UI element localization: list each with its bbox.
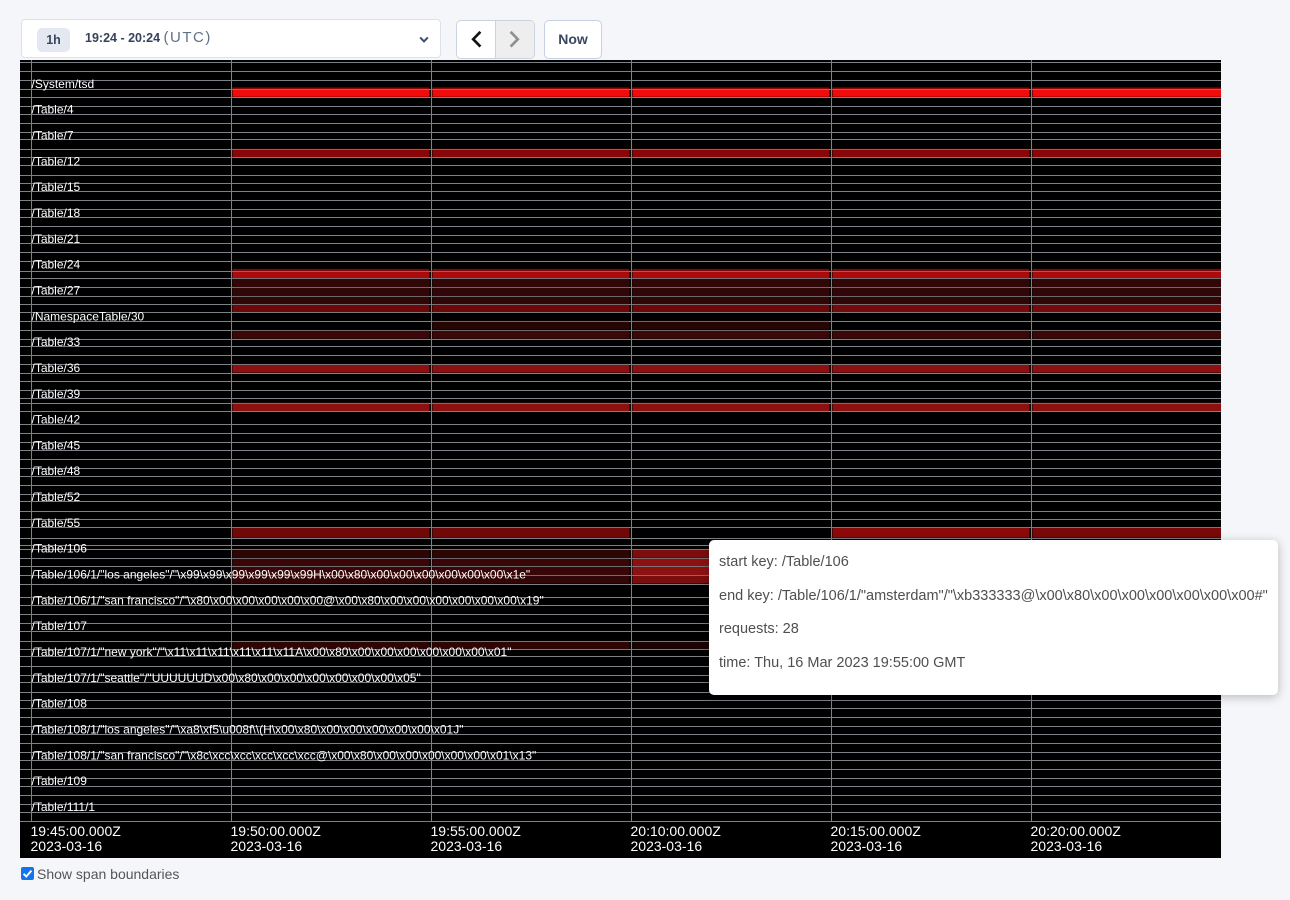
svg-text:/Table/106/1/"san francisco"/": /Table/106/1/"san francisco"/"\x80\x00\x… [32,593,544,607]
svg-text:2023-03-16: 2023-03-16 [831,838,903,854]
svg-text:/System/tsd: /System/tsd [32,77,95,91]
svg-text:/Table/107/1/"new york"/"\x11\: /Table/107/1/"new york"/"\x11\x11\x11\x1… [32,645,512,659]
svg-text:/Table/107/1/"seattle"/"UUUUUU: /Table/107/1/"seattle"/"UUUUUUD\x00\x80\… [32,671,421,685]
svg-text:/Table/48: /Table/48 [32,464,81,478]
svg-text:/Table/24: /Table/24 [32,258,81,272]
svg-text:19:50:00.000Z: 19:50:00.000Z [231,823,322,839]
svg-text:2023-03-16: 2023-03-16 [1031,838,1103,854]
svg-text:/Table/18: /Table/18 [32,206,81,220]
svg-text:20:15:00.000Z: 20:15:00.000Z [831,823,922,839]
svg-text:/Table/4: /Table/4 [32,103,74,117]
svg-text:/Table/12: /Table/12 [32,154,81,168]
svg-text:/Table/33: /Table/33 [32,335,81,349]
svg-text:/Table/108: /Table/108 [32,697,88,711]
svg-text:/Table/45: /Table/45 [32,438,81,452]
svg-text:/Table/106: /Table/106 [32,542,88,556]
svg-text:20:10:00.000Z: 20:10:00.000Z [631,823,722,839]
svg-text:/Table/52: /Table/52 [32,490,81,504]
svg-text:/Table/108/1/"los angeles"/"\x: /Table/108/1/"los angeles"/"\xa8\xf5\u00… [32,723,464,737]
svg-text:19:55:00.000Z: 19:55:00.000Z [431,823,522,839]
svg-text:20:20:00.000Z: 20:20:00.000Z [1031,823,1122,839]
svg-text:2023-03-16: 2023-03-16 [431,838,503,854]
svg-text:/Table/42: /Table/42 [32,413,81,427]
svg-text:19:45:00.000Z: 19:45:00.000Z [31,823,122,839]
svg-text:/Table/108/1/"san francisco"/": /Table/108/1/"san francisco"/"\x8c\xcc\x… [32,748,537,762]
svg-text:/Table/7: /Table/7 [32,129,74,143]
svg-text:/Table/55: /Table/55 [32,516,81,530]
svg-text:/Table/111/1: /Table/111/1 [32,800,96,814]
svg-text:/Table/36: /Table/36 [32,361,81,375]
svg-text:2023-03-16: 2023-03-16 [31,838,103,854]
svg-text:/Table/106/1/"los angeles"/"\x: /Table/106/1/"los angeles"/"\x99\x99\x99… [32,568,531,582]
svg-text:2023-03-16: 2023-03-16 [631,838,703,854]
svg-text:2023-03-16: 2023-03-16 [231,838,303,854]
svg-text:/Table/107: /Table/107 [32,619,88,633]
svg-text:/Table/39: /Table/39 [32,387,81,401]
svg-text:/NamespaceTable/30: /NamespaceTable/30 [32,309,145,323]
svg-text:/Table/27: /Table/27 [32,283,81,297]
svg-text:/Table/109: /Table/109 [32,774,88,788]
svg-text:/Table/21: /Table/21 [32,232,81,246]
svg-text:/Table/15: /Table/15 [32,180,81,194]
